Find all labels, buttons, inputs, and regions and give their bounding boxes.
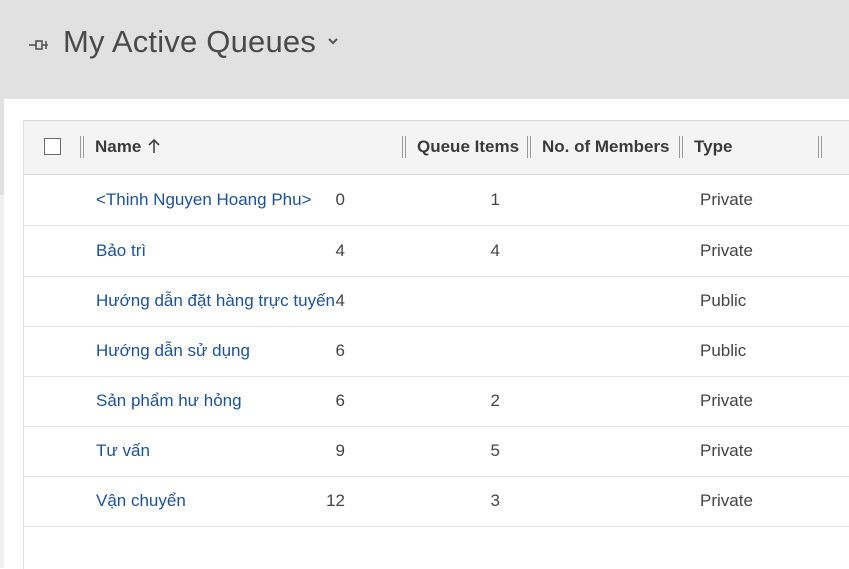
column-separator[interactable] (527, 136, 531, 158)
queue-type: Public (700, 341, 747, 360)
table-row[interactable]: <Thinh Nguyen Hoang Phu> 0 1 Private (24, 175, 849, 226)
members-count: 4 (490, 241, 500, 260)
column-separator[interactable] (818, 136, 822, 158)
queue-items-count: 6 (335, 341, 345, 360)
queue-name-link[interactable]: Hướng dẫn sử dụng (96, 341, 250, 361)
table-row[interactable]: Bảo trì 4 4 Private (24, 226, 849, 277)
table-row[interactable]: Tư vấn 9 5 Private (24, 426, 849, 477)
left-edge (0, 99, 4, 195)
left-edge-lower (0, 195, 4, 568)
column-separator[interactable] (402, 136, 406, 158)
queue-name-link[interactable]: Vận chuyển (96, 491, 186, 511)
queue-name-link[interactable]: <Thinh Nguyen Hoang Phu> (96, 190, 312, 210)
queue-grid: Name Queue Items No. of Members Type <Th… (23, 120, 849, 569)
pin-icon[interactable] (28, 38, 50, 52)
members-count: 5 (490, 441, 500, 460)
queue-type: Private (700, 491, 753, 510)
table-row[interactable]: Hướng dẫn đặt hàng trực tuyến 4 Public (24, 276, 849, 327)
queue-items-count: 4 (335, 241, 345, 260)
column-header-members[interactable]: No. of Members (542, 137, 670, 157)
table-row[interactable]: Hướng dẫn sử dụng 6 Public (24, 326, 849, 377)
members-count: 3 (490, 491, 500, 510)
column-header-queue-items[interactable]: Queue Items (417, 137, 519, 157)
queue-type: Private (700, 391, 753, 410)
queue-type: Private (700, 241, 753, 260)
queue-name-link[interactable]: Hướng dẫn đặt hàng trực tuyến (96, 291, 335, 311)
queue-items-count: 9 (335, 441, 345, 460)
grid-header: Name Queue Items No. of Members Type (24, 121, 849, 175)
chevron-down-icon[interactable] (327, 36, 339, 46)
column-header-name[interactable]: Name (95, 137, 161, 157)
page-title: My Active Queues (63, 24, 317, 59)
column-separator[interactable] (80, 136, 84, 158)
table-row[interactable]: Vận chuyển 12 3 Private (24, 476, 849, 527)
page-header: My Active Queues (0, 0, 849, 99)
queue-items-count: 12 (326, 491, 345, 510)
column-header-name-label: Name (95, 137, 142, 156)
column-header-type[interactable]: Type (694, 137, 732, 157)
queue-name-link[interactable]: Bảo trì (96, 241, 146, 261)
select-all-checkbox[interactable] (44, 138, 61, 155)
queue-type: Private (700, 441, 753, 460)
queue-items-count: 0 (335, 190, 345, 209)
queue-items-count: 4 (335, 291, 345, 310)
queue-name-link[interactable]: Sản phẩm hư hỏng (96, 391, 242, 411)
queue-items-count: 6 (335, 391, 345, 410)
table-row[interactable]: Sản phẩm hư hỏng 6 2 Private (24, 376, 849, 427)
queue-type: Public (700, 291, 747, 310)
column-separator[interactable] (679, 136, 683, 158)
members-count: 2 (490, 391, 500, 410)
queue-name-link[interactable]: Tư vấn (96, 441, 150, 461)
sort-ascending-arrow-icon (148, 138, 160, 153)
members-count: 1 (490, 190, 500, 209)
queue-type: Private (700, 190, 753, 209)
